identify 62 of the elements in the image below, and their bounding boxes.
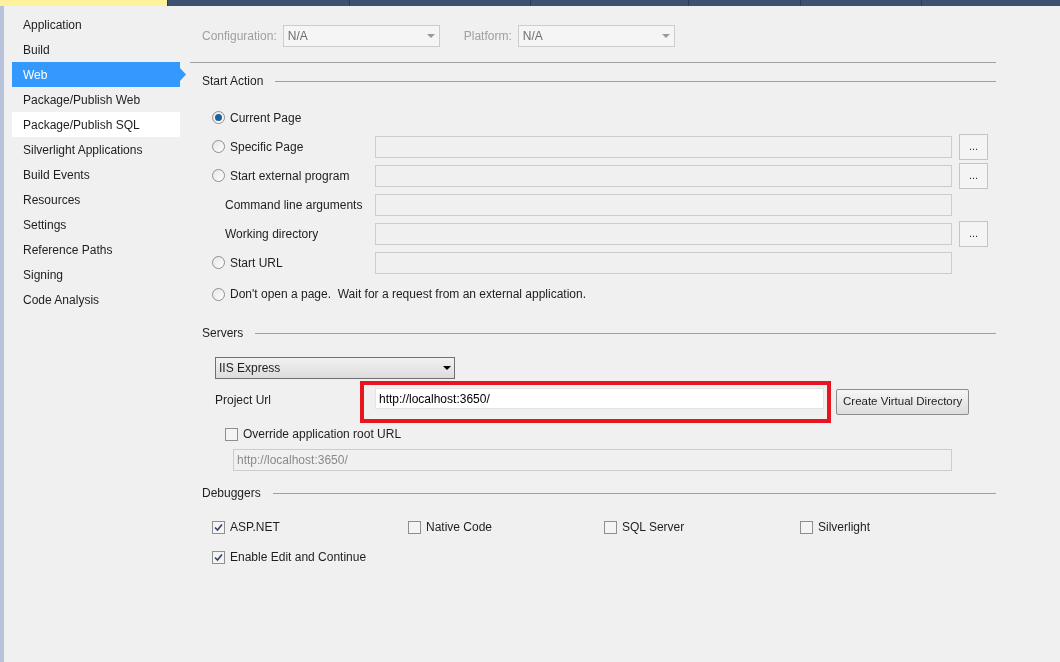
section-title: Debuggers bbox=[202, 485, 261, 502]
sidebar-item[interactable]: Silverlight Applications bbox=[12, 137, 180, 162]
caret-icon bbox=[443, 366, 451, 370]
document-tab[interactable] bbox=[167, 0, 349, 6]
sidebar-item[interactable]: Settings bbox=[12, 212, 180, 237]
sidebar-item[interactable]: Signing bbox=[12, 262, 180, 287]
checkbox-label: Override application root URL bbox=[243, 426, 402, 443]
server-dropdown[interactable]: IIS Express bbox=[215, 357, 455, 379]
section-title: Start Action bbox=[202, 73, 264, 90]
browse-button[interactable]: ... bbox=[959, 162, 988, 189]
text-field[interactable] bbox=[375, 222, 952, 245]
option-label: Start URL bbox=[230, 254, 283, 272]
document-tab[interactable] bbox=[688, 0, 800, 6]
option-label: Command line arguments bbox=[225, 196, 363, 214]
checkbox-label: Native Code bbox=[426, 519, 493, 536]
sidebar-item[interactable]: Resources bbox=[12, 187, 180, 212]
radio-button[interactable] bbox=[212, 169, 225, 182]
radio-button[interactable] bbox=[212, 256, 225, 269]
browse-button[interactable]: ... bbox=[959, 133, 988, 160]
document-tab[interactable] bbox=[799, 0, 921, 6]
create-virtual-directory-button[interactable]: Create Virtual Directory bbox=[836, 389, 970, 415]
text-field[interactable] bbox=[375, 135, 952, 158]
checkbox[interactable] bbox=[225, 427, 238, 441]
text-field[interactable] bbox=[375, 251, 952, 274]
caret-icon bbox=[661, 34, 670, 38]
checkbox[interactable] bbox=[212, 550, 225, 564]
browse-button[interactable]: ... bbox=[959, 220, 988, 247]
document-tab[interactable] bbox=[529, 0, 688, 6]
sidebar-item[interactable]: Build Events bbox=[12, 162, 180, 187]
project-url-label: Project Url bbox=[215, 392, 272, 409]
text-field[interactable] bbox=[375, 164, 952, 187]
option-label: Don't open a page. Wait for a request from an external application. bbox=[230, 286, 587, 303]
document-tab[interactable] bbox=[348, 0, 530, 6]
configuration-label: Configuration: bbox=[202, 28, 277, 45]
option-label: Current Page bbox=[230, 109, 302, 127]
checkbox[interactable] bbox=[800, 520, 813, 534]
radio-button[interactable] bbox=[212, 287, 225, 301]
sidebar-item[interactable]: Package/Publish SQL bbox=[12, 112, 180, 137]
checkbox[interactable] bbox=[604, 520, 617, 534]
platform-label: Platform: bbox=[463, 28, 512, 45]
checkbox[interactable] bbox=[408, 520, 421, 534]
option-label: Start external program bbox=[230, 167, 350, 185]
checkbox-label: Enable Edit and Continue bbox=[230, 549, 367, 566]
checkbox-label: Silverlight bbox=[818, 519, 871, 536]
radio-button[interactable] bbox=[212, 111, 225, 124]
document-tab[interactable] bbox=[0, 0, 168, 6]
radio-button[interactable] bbox=[212, 140, 225, 153]
checkbox[interactable] bbox=[212, 520, 225, 534]
text-field[interactable] bbox=[375, 193, 952, 216]
section-title: Servers bbox=[202, 325, 244, 342]
sidebar-item[interactable]: Build bbox=[12, 37, 180, 62]
sidebar-item[interactable]: Reference Paths bbox=[12, 237, 180, 262]
document-tab[interactable] bbox=[920, 0, 1060, 6]
caret-icon bbox=[426, 34, 435, 38]
checkbox-label: ASP.NET bbox=[230, 519, 280, 536]
checkbox-label: SQL Server bbox=[622, 519, 685, 536]
sidebar-item[interactable]: Application bbox=[12, 12, 180, 37]
sidebar-item[interactable]: Code Analysis bbox=[12, 287, 180, 312]
project-url-field[interactable]: http://localhost:3650/ bbox=[375, 388, 824, 409]
sidebar-item[interactable]: Package/Publish Web bbox=[12, 87, 180, 112]
option-label: Specific Page bbox=[230, 138, 304, 156]
option-label: Working directory bbox=[225, 225, 319, 243]
